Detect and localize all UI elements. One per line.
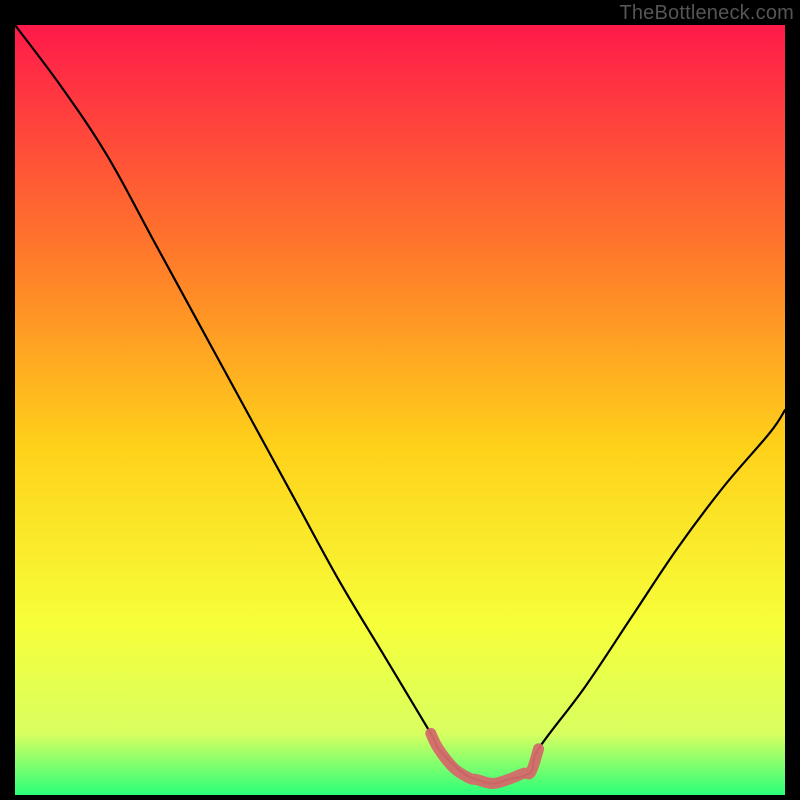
plot-area — [15, 25, 785, 795]
bottleneck-chart — [15, 25, 785, 795]
watermark-text: TheBottleneck.com — [619, 2, 794, 25]
chart-frame: TheBottleneck.com — [0, 0, 800, 800]
